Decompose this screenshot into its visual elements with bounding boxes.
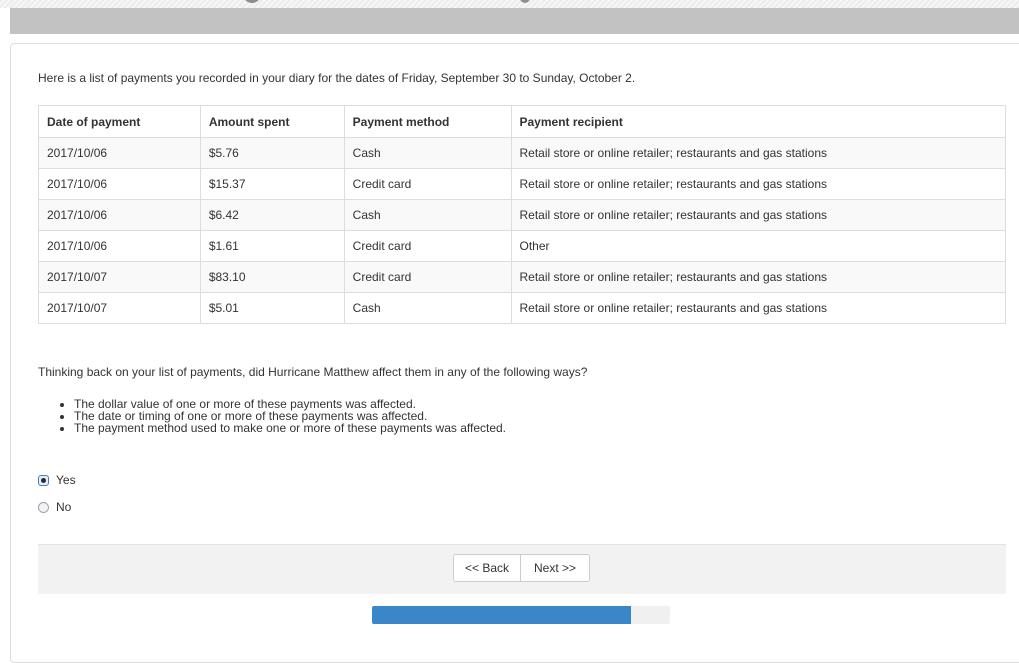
cell-recipient: Retail store or online retailer; restaur… <box>510 199 1006 231</box>
intro-text: Here is a list of payments you recorded … <box>38 71 636 85</box>
cell-recipient: Retail store or online retailer; restaur… <box>510 168 1006 200</box>
header-logo-fragment <box>243 0 261 3</box>
cell-amount: $5.01 <box>199 292 345 324</box>
cell-date: 2017/10/07 <box>38 292 201 324</box>
radio-no[interactable] <box>38 501 49 513</box>
table-row: 2017/10/06 $15.37 Credit card Retail sto… <box>38 168 1006 200</box>
table-header-row: Date of payment Amount spent Payment met… <box>38 105 1006 138</box>
cell-method: Credit card <box>343 168 512 200</box>
cell-method: Credit card <box>343 261 512 293</box>
cell-date: 2017/10/06 <box>38 230 201 262</box>
table-row: 2017/10/06 $6.42 Cash Retail store or on… <box>38 199 1006 231</box>
cell-date: 2017/10/06 <box>38 137 201 169</box>
progress-bar <box>372 606 670 624</box>
column-header-date: Date of payment <box>38 105 201 138</box>
payments-table: Date of payment Amount spent Payment met… <box>38 105 1006 324</box>
cell-amount: $1.61 <box>199 230 345 262</box>
cell-date: 2017/10/06 <box>38 168 201 200</box>
cell-amount: $83.10 <box>199 261 345 293</box>
progress-fill <box>372 606 632 624</box>
cell-date: 2017/10/07 <box>38 261 201 293</box>
header-banner <box>0 0 1019 8</box>
table-row: 2017/10/07 $83.10 Credit card Retail sto… <box>38 261 1006 293</box>
cell-recipient: Retail store or online retailer; restaur… <box>510 137 1006 169</box>
question-text: Thinking back on your list of payments, … <box>38 365 588 379</box>
cell-recipient: Retail store or online retailer; restaur… <box>510 292 1006 324</box>
option-no-label[interactable]: No <box>56 500 71 514</box>
option-no[interactable]: No <box>38 500 71 514</box>
next-button[interactable]: Next >> <box>521 554 590 582</box>
effects-list: The dollar value of one or more of these… <box>38 398 506 434</box>
cell-recipient: Other <box>510 230 1006 262</box>
cell-method: Cash <box>343 292 512 324</box>
list-item: The payment method used to make one or m… <box>74 422 506 434</box>
cell-method: Credit card <box>343 230 512 262</box>
header-bar <box>10 8 1019 34</box>
back-button[interactable]: << Back <box>453 554 521 582</box>
option-yes-label[interactable]: Yes <box>56 473 76 487</box>
table-row: 2017/10/06 $5.76 Cash Retail store or on… <box>38 137 1006 169</box>
column-header-method: Payment method <box>343 105 512 138</box>
cell-date: 2017/10/06 <box>38 199 201 231</box>
radio-yes[interactable] <box>38 474 49 486</box>
cell-amount: $5.76 <box>199 137 345 169</box>
table-row: 2017/10/06 $1.61 Credit card Other <box>38 230 1006 262</box>
column-header-amount: Amount spent <box>199 105 345 138</box>
cell-amount: $15.37 <box>199 168 345 200</box>
cell-method: Cash <box>343 199 512 231</box>
header-logo-fragment <box>520 0 530 3</box>
cell-recipient: Retail store or online retailer; restaur… <box>510 261 1006 293</box>
option-yes[interactable]: Yes <box>38 473 76 487</box>
table-row: 2017/10/07 $5.01 Cash Retail store or on… <box>38 292 1006 324</box>
cell-amount: $6.42 <box>199 199 345 231</box>
cell-method: Cash <box>343 137 512 169</box>
column-header-recipient: Payment recipient <box>510 105 1006 138</box>
